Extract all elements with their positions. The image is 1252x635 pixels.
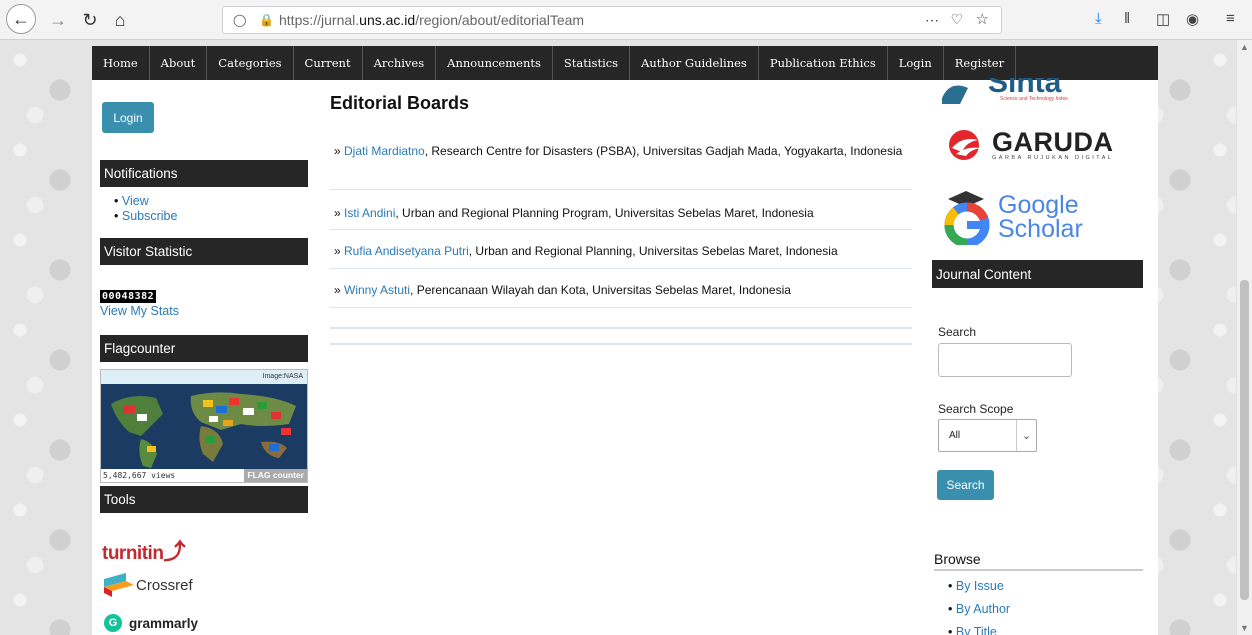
browse-by-title-link[interactable]: By Title bbox=[948, 621, 1010, 635]
bookmark-star-icon[interactable]: ☆ bbox=[976, 10, 989, 28]
nav-item-author-guidelines[interactable]: Author Guidelines bbox=[630, 46, 759, 80]
editor-item: » Winny Astuti, Perencanaan Wilayah dan … bbox=[334, 283, 791, 297]
notification-view-link[interactable]: View bbox=[114, 194, 177, 209]
nav-item-register[interactable]: Register bbox=[944, 46, 1017, 80]
flag-image-credit: Image:NASA bbox=[262, 373, 303, 380]
home-icon[interactable]: ⌂ bbox=[106, 6, 134, 34]
world-map-image bbox=[101, 384, 307, 469]
search-scope-select[interactable]: All ⌄ bbox=[938, 419, 1037, 452]
journal-content-title: Journal Content bbox=[932, 260, 1143, 288]
editor-item: » Djati Mardiatno, Research Centre for D… bbox=[334, 144, 903, 158]
address-bar[interactable]: ◯ 🔒 https://jurnal.uns.ac.id/region/abou… bbox=[222, 6, 1002, 34]
account-icon[interactable]: ◉ bbox=[1186, 10, 1199, 28]
nav-item-login[interactable]: Login bbox=[888, 46, 944, 80]
search-scope-label: Search Scope bbox=[938, 402, 1014, 416]
lock-icon[interactable]: 🔒 bbox=[259, 13, 274, 27]
sidebar-icon[interactable]: ◫ bbox=[1156, 10, 1170, 28]
page-background: Home About Categories Current Archives Announ… bbox=[0, 40, 1252, 635]
chevron-down-icon: ⌄ bbox=[1016, 420, 1036, 451]
search-button[interactable]: Search bbox=[937, 470, 994, 500]
library-icon[interactable]: ‖ bbox=[1124, 10, 1130, 27]
turnitin-logo[interactable]: turnitin⤴ bbox=[102, 534, 185, 566]
scroll-up-icon[interactable]: ▲ bbox=[1240, 42, 1249, 52]
crossref-mark-icon bbox=[104, 573, 134, 597]
pocket-icon[interactable]: ♡ bbox=[950, 11, 963, 28]
nav-item-categories[interactable]: Categories bbox=[207, 46, 294, 80]
browse-by-issue-link[interactable]: By Issue bbox=[948, 575, 1010, 598]
notification-subscribe-link[interactable]: Subscribe bbox=[114, 209, 178, 224]
top-navigation: Home About Categories Current Archives Announ… bbox=[92, 46, 1158, 80]
divider bbox=[330, 343, 912, 345]
editor-name-link[interactable]: Djati Mardiatno bbox=[344, 144, 425, 158]
editor-affiliation: , Urban and Regional Planning Program, U… bbox=[395, 206, 814, 220]
garuda-mark-icon bbox=[949, 130, 980, 160]
editor-name-link[interactable]: Winny Astuti bbox=[344, 283, 410, 297]
back-arrow-icon[interactable]: ← bbox=[6, 4, 36, 34]
notifications-list: View Subscribe bbox=[114, 194, 178, 224]
google-scholar-mark-icon bbox=[944, 191, 990, 245]
browser-toolbar: ← → ↻ ⌂ ◯ 🔒 https://jurnal.uns.ac.id/reg… bbox=[0, 0, 1252, 40]
shield-icon[interactable]: ◯ bbox=[233, 13, 249, 27]
search-label: Search bbox=[938, 325, 977, 339]
menu-icon[interactable]: ≡ bbox=[1226, 10, 1235, 27]
nav-item-publication-ethics[interactable]: Publication Ethics bbox=[759, 46, 888, 80]
url-text[interactable]: https://jurnal.uns.ac.id/region/about/ed… bbox=[279, 12, 584, 28]
nav-item-about[interactable]: About bbox=[150, 46, 208, 80]
turnitin-mark-icon: ⤴ bbox=[163, 539, 185, 564]
visitor-statistic-title: Visitor Statistic bbox=[100, 238, 308, 265]
sinta-logo[interactable]: Sinta Science and Technology Index bbox=[940, 78, 1120, 104]
flag-counter-widget[interactable]: Image:NASA 5,482,667 views FLAG counter bbox=[100, 369, 308, 483]
divider bbox=[330, 268, 912, 269]
browse-by-author-link[interactable]: By Author bbox=[948, 598, 1010, 621]
forward-arrow-icon[interactable]: → bbox=[44, 6, 72, 34]
grammarly-mark-icon: G bbox=[104, 614, 122, 632]
download-icon[interactable]: ⤓ bbox=[1095, 10, 1102, 27]
site-container: Home About Categories Current Archives Announ… bbox=[92, 46, 1158, 635]
login-button[interactable]: Login bbox=[102, 102, 154, 133]
grammarly-logo[interactable]: G grammarly bbox=[104, 614, 198, 632]
divider bbox=[330, 189, 912, 190]
nav-item-statistics[interactable]: Statistics bbox=[553, 46, 631, 80]
browse-title: Browse bbox=[934, 551, 1143, 571]
editor-name-link[interactable]: Rufia Andisetyana Putri bbox=[344, 244, 469, 258]
divider bbox=[330, 327, 912, 329]
flagcounter-title: Flagcounter bbox=[100, 335, 308, 362]
scroll-down-icon[interactable]: ▼ bbox=[1240, 623, 1249, 633]
nav-item-home[interactable]: Home bbox=[92, 46, 150, 80]
page-title: Editorial Boards bbox=[330, 93, 470, 113]
page-actions-icon[interactable]: ⋯ bbox=[925, 12, 939, 29]
editor-item: » Isti Andini, Urban and Regional Planni… bbox=[334, 206, 814, 220]
flag-counter-brand: FLAG counter bbox=[244, 469, 307, 482]
view-my-stats-link[interactable]: View My Stats bbox=[100, 304, 179, 318]
editor-name-link[interactable]: Isti Andini bbox=[344, 206, 395, 220]
search-input[interactable] bbox=[938, 343, 1072, 377]
visitor-counter: 00048382 bbox=[100, 290, 157, 303]
divider bbox=[330, 307, 912, 308]
scrollbar-thumb[interactable] bbox=[1240, 280, 1249, 600]
editor-affiliation: , Urban and Regional Planning, Universit… bbox=[468, 244, 838, 258]
nav-item-current[interactable]: Current bbox=[294, 46, 363, 80]
reload-icon[interactable]: ↻ bbox=[76, 6, 104, 34]
nav-item-archives[interactable]: Archives bbox=[363, 46, 437, 80]
editor-affiliation: , Research Centre for Disasters (PSBA), … bbox=[424, 144, 903, 158]
google-scholar-logo[interactable]: Google Scholar bbox=[942, 189, 1083, 245]
crossref-logo[interactable]: Crossref bbox=[104, 573, 193, 597]
notifications-title: Notifications bbox=[100, 160, 308, 187]
sinta-subtitle: Science and Technology Index bbox=[1000, 96, 1068, 102]
page-scrollbar[interactable]: ▲ ▼ bbox=[1236, 40, 1252, 635]
divider bbox=[330, 229, 912, 230]
browse-list: By Issue By Author By Title bbox=[948, 575, 1010, 635]
nav-item-announcements[interactable]: Announcements bbox=[436, 46, 553, 80]
editor-affiliation: , Perencanaan Wilayah dan Kota, Universi… bbox=[410, 283, 791, 297]
editor-item: » Rufia Andisetyana Putri, Urban and Reg… bbox=[334, 244, 838, 258]
garuda-logo[interactable]: GARUDA GARBA RUJUKAN DIGITAL bbox=[944, 128, 1114, 162]
tools-title: Tools bbox=[100, 486, 308, 513]
